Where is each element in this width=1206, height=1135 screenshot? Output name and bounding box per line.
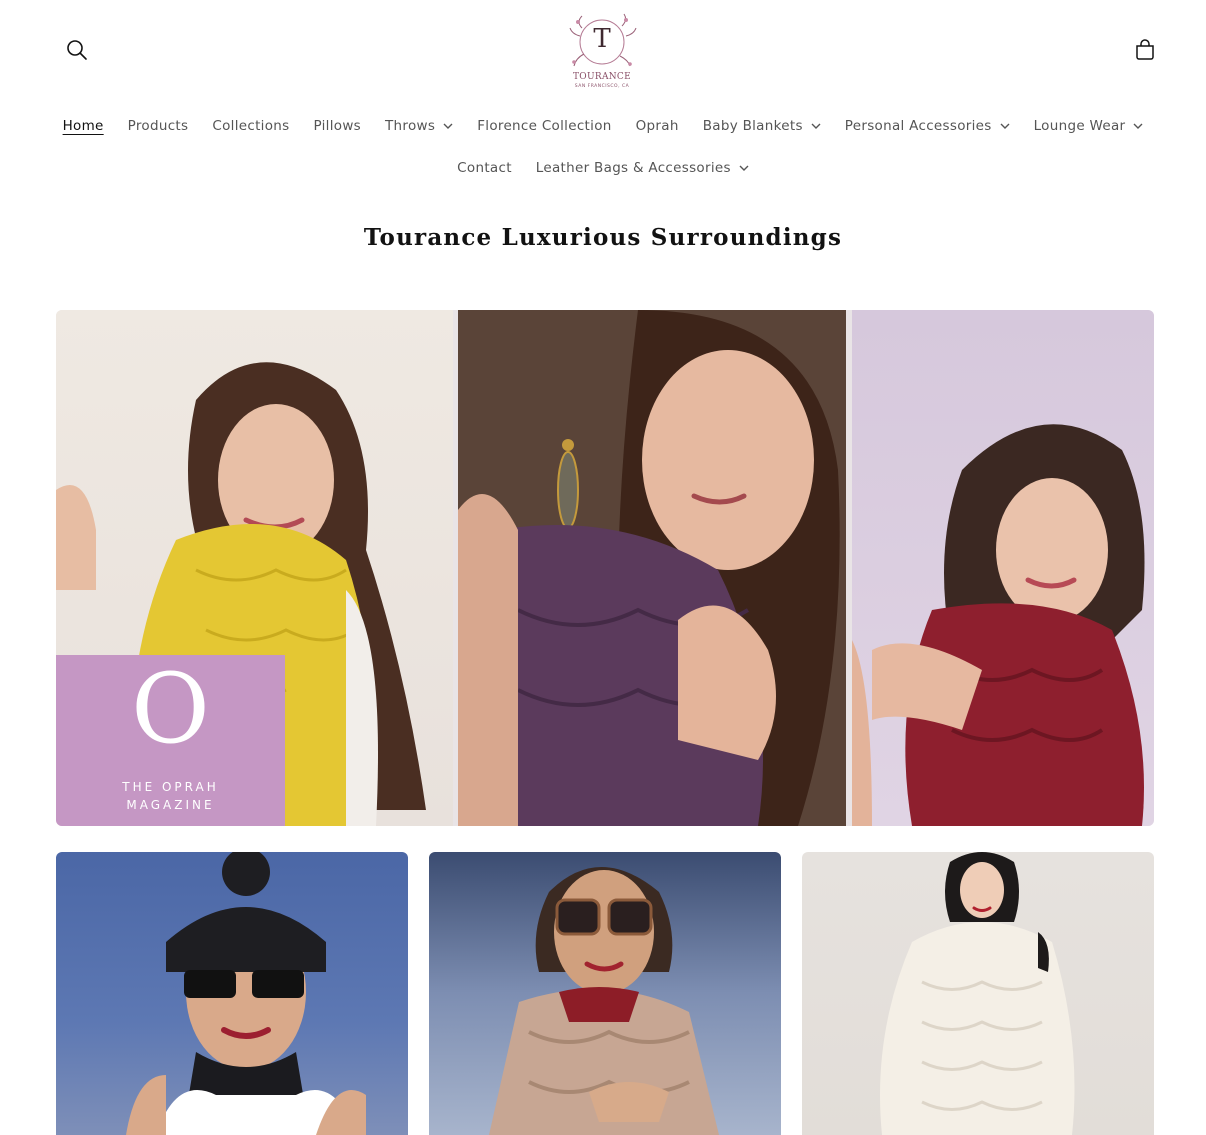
chevron-down-icon [739,165,749,171]
nav-item-label: Oprah [635,118,679,134]
nav-item-label: Home [62,118,104,134]
oprah-badge-line-2: MAGAZINE [126,798,215,812]
nav-item-baby-blankets[interactable]: Baby Blankets [691,118,833,134]
model-red-scarf-image [852,310,1154,826]
nav-item-label: Contact [457,160,512,176]
nav-item-label: Throws [385,118,436,134]
oprah-logo-letter: O [131,653,210,765]
nav-item-home[interactable]: Home [51,118,116,134]
site-logo[interactable]: T TOURANCE SAN FRANCISCO, CA [560,10,650,90]
search-icon [67,40,87,60]
nav-item-lounge-wear[interactable]: Lounge Wear [1022,118,1156,134]
model-ivory-throw-image [880,852,1075,1135]
model-yellow-scarf-image: O THE OPRAH MAGAZINE [56,310,453,826]
chevron-down-icon [1133,123,1143,129]
logo-location: SAN FRANCISCO, CA [574,84,630,89]
nav-item-personal-accessories[interactable]: Personal Accessories [833,118,1022,134]
chevron-down-icon [1000,123,1010,129]
nav-item-label: Pillows [313,118,362,134]
main-nav-row-1: Home Products Collections Pillows Throws… [0,112,1206,140]
page-title: Tourance Luxurious Surroundings [363,224,843,251]
hero-banner[interactable]: O THE OPRAH MAGAZINE [56,310,1154,826]
nav-item-oprah[interactable]: Oprah [624,118,691,134]
nav-item-label: Lounge Wear [1033,118,1126,134]
nav-item-pillows[interactable]: Pillows [301,118,373,134]
model-purple-scarf-image [458,310,846,826]
nav-item-collections[interactable]: Collections [200,118,301,134]
chevron-down-icon [811,123,821,129]
nav-item-products[interactable]: Products [116,118,201,134]
model-black-beanie-image [126,852,366,1135]
chevron-down-icon [443,123,453,129]
site-header: T TOURANCE SAN FRANCISCO, CA [0,0,1206,100]
product-card-beanie[interactable] [56,852,408,1135]
nav-item-label: Leather Bags & Accessories [535,160,731,176]
nav-item-label: Personal Accessories [844,118,992,134]
nav-item-label: Products [127,118,189,134]
product-card-faux-fur-wrap[interactable] [429,852,781,1135]
cart-icon [1136,39,1154,60]
product-card-ivory-throw[interactable] [802,852,1154,1135]
logo-name: TOURANCE [573,72,631,82]
oprah-magazine-badge: O THE OPRAH MAGAZINE [56,655,285,826]
nav-item-contact[interactable]: Contact [445,160,524,176]
nav-item-label: Baby Blankets [702,118,803,134]
nav-item-florence-collection[interactable]: Florence Collection [465,118,623,134]
cart-button[interactable] [1127,32,1163,68]
nav-item-label: Florence Collection [477,118,612,134]
nav-item-label: Collections [212,118,290,134]
main-nav-row-2: Contact Leather Bags & Accessories [0,154,1206,182]
nav-item-leather-bags[interactable]: Leather Bags & Accessories [524,160,761,176]
search-button[interactable] [59,32,95,68]
logo-initial: T [593,24,611,54]
nav-item-throws[interactable]: Throws [373,118,465,134]
model-sunglasses-fur-image [489,867,719,1135]
oprah-badge-line-1: THE OPRAH [122,780,219,794]
